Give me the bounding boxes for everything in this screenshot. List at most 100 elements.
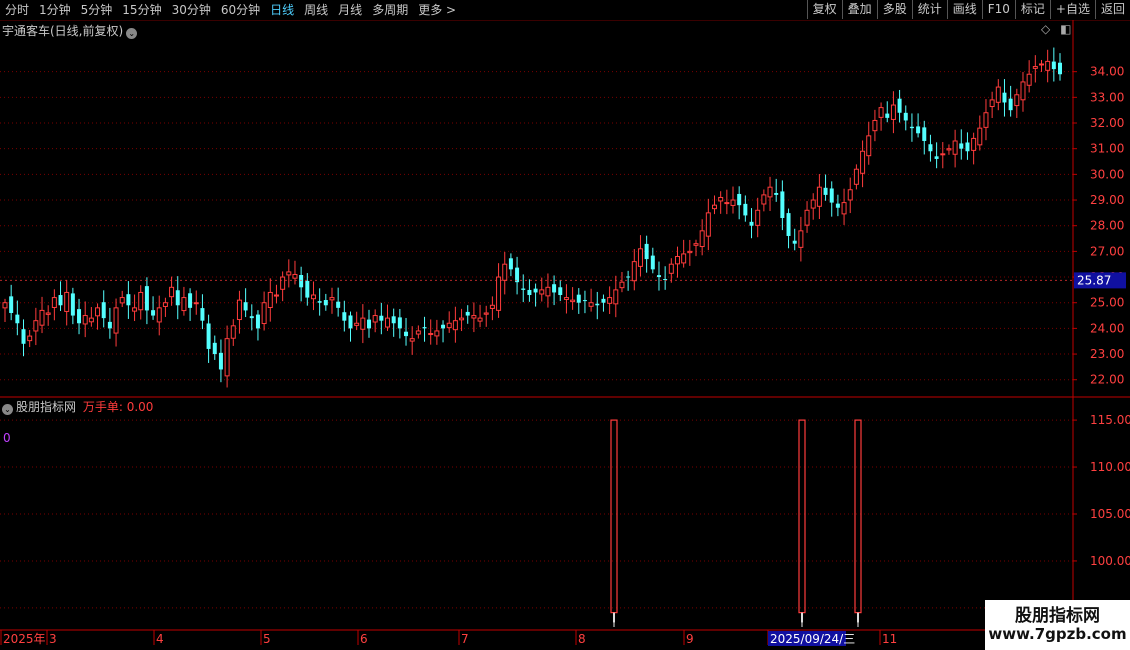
candle-body (336, 301, 341, 308)
kline-chart[interactable]: 34.00 33.00 32.00 31.00 30.00 29.00 28.00 27.00… (0, 0, 1130, 650)
candle-body (354, 322, 360, 326)
candle-body (310, 294, 316, 300)
date-tick-label: 5 (263, 632, 271, 646)
candle-body (441, 324, 446, 329)
candle-body (558, 287, 563, 296)
candle-body (428, 333, 434, 336)
candle-body (385, 317, 391, 328)
indicator-menu-icon[interactable]: ⌄ (2, 404, 13, 415)
candle-body (1051, 61, 1056, 70)
chevron-down-icon[interactable]: ⌄ (126, 28, 138, 39)
candle-body (576, 294, 581, 303)
candle-body (317, 301, 322, 303)
candle-body (853, 168, 859, 185)
candle-body (890, 104, 896, 120)
candle-body (835, 203, 840, 208)
candle-body (903, 112, 908, 121)
candle-body (483, 312, 489, 315)
candle-body (21, 329, 26, 344)
watermark-url: www.7gpzb.com (988, 625, 1127, 643)
candle-body (687, 250, 693, 254)
candle-body (33, 320, 39, 332)
candle-body (595, 303, 600, 306)
candle-body (928, 144, 933, 152)
candle-body (552, 284, 557, 293)
candle-body (502, 263, 508, 281)
candle-body (922, 127, 927, 141)
candle-body (249, 316, 254, 319)
candle-body (151, 310, 156, 316)
candle-body (761, 194, 767, 205)
candle-body (267, 291, 273, 309)
candle-body (404, 331, 409, 337)
stock-title: 宇通客车(日线,前复权) (2, 24, 124, 38)
candle-body (391, 316, 396, 324)
price-tick-label: 24.00 (1090, 321, 1124, 335)
candle-body (212, 342, 217, 355)
candle-body (218, 352, 223, 370)
candle-body (107, 321, 112, 329)
candle-body (860, 150, 866, 174)
candle-body (489, 304, 495, 309)
candle-body (273, 294, 279, 297)
indicator-bar (798, 419, 806, 614)
candle-body (471, 315, 477, 319)
candle-body (897, 98, 902, 113)
indicator-tick-label: 110.00 (1090, 460, 1130, 474)
diamond-icon[interactable]: ◇ (1041, 22, 1050, 36)
candle-body (508, 258, 513, 270)
candle-body (699, 230, 705, 248)
candle-body (459, 317, 465, 321)
candle-body (755, 209, 761, 226)
candle-body (601, 298, 606, 303)
candle-body (465, 311, 470, 316)
candle-body (39, 309, 45, 326)
candle-body (563, 297, 569, 300)
candle-body (292, 273, 298, 279)
watermark-title: 股朋指标网 (1015, 606, 1100, 626)
candle-body (162, 302, 168, 307)
candle-body (9, 296, 14, 313)
candle-body (582, 300, 587, 302)
candle-body (712, 204, 718, 210)
candle-body (1058, 62, 1062, 75)
date-tick-label: 8 (578, 632, 586, 646)
candle-body (88, 317, 94, 323)
candle-body (2, 302, 8, 309)
candle-body (1032, 66, 1038, 69)
candle-body (588, 302, 594, 307)
candle-body (329, 297, 335, 301)
candle-body (342, 312, 347, 321)
candle-body (737, 193, 742, 206)
candle-body (829, 188, 834, 203)
price-tick-label: 32.00 (1090, 116, 1124, 130)
candle-body (607, 297, 613, 304)
candle-body (58, 295, 63, 306)
date-tick-label: 2025年 (3, 632, 46, 646)
main-panel-title-bar: 宇通客车(日线,前复权) ⌄ (2, 22, 138, 39)
candle-body (397, 317, 402, 329)
window-toggle-icon[interactable]: ◧ (1060, 22, 1071, 36)
candle-body (27, 335, 33, 342)
candle-body (15, 314, 20, 324)
candle-body (144, 286, 149, 311)
candle-body (804, 209, 810, 226)
candle-body (379, 315, 384, 321)
candle-body (810, 199, 816, 209)
candle-body (730, 199, 736, 206)
candle-body (989, 99, 995, 108)
candle-body (539, 289, 545, 295)
candle-body (545, 286, 551, 297)
candle-body (77, 309, 82, 324)
price-tick-label: 27.00 (1090, 244, 1124, 258)
candle-body (51, 297, 57, 308)
candle-body (452, 320, 458, 331)
candle-body (681, 253, 687, 264)
indicator-tick-label: 105.00 (1090, 507, 1130, 521)
price-tick-label: 29.00 (1090, 193, 1124, 207)
candle-body (995, 86, 1001, 103)
candle-body (236, 299, 242, 321)
candle-body (45, 312, 51, 315)
candle-body (946, 148, 952, 151)
price-tick-label: 28.00 (1090, 219, 1124, 233)
